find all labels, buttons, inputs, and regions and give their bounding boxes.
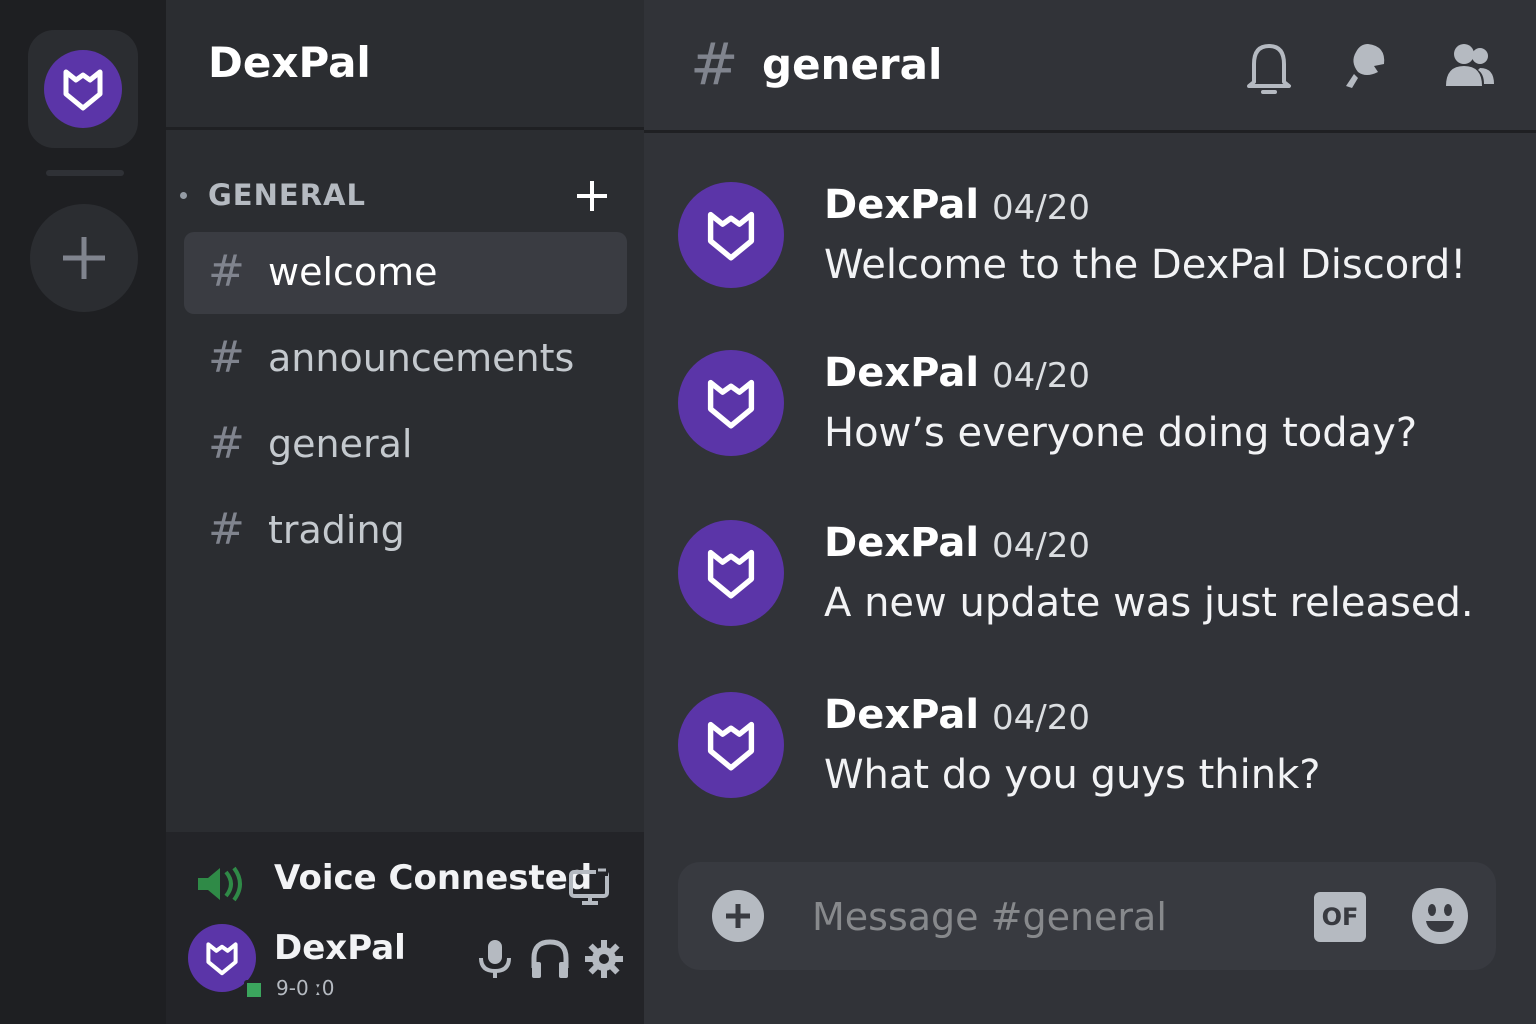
user-tag: 9-0 ː0 xyxy=(276,976,335,1000)
message-composer: OF xyxy=(678,862,1496,970)
hash-icon: # xyxy=(208,332,245,383)
bell-icon xyxy=(1247,44,1291,94)
shield-logo-icon xyxy=(707,721,755,771)
message: DexPal 04/20 A new update was just relea… xyxy=(678,520,1518,640)
message-timestamp: 04/20 xyxy=(992,356,1090,396)
hash-icon: # xyxy=(208,418,245,469)
channel-label: announcements xyxy=(268,336,575,380)
member-list-button[interactable] xyxy=(1444,40,1496,96)
plus-icon xyxy=(577,181,607,211)
hash-icon: # xyxy=(690,30,739,98)
avatar[interactable] xyxy=(678,350,784,456)
message-text: What do you guys think? xyxy=(824,752,1321,798)
channel-label: general xyxy=(268,422,413,466)
channel-general[interactable]: # general xyxy=(184,404,627,486)
server-name: DexPal xyxy=(208,38,371,87)
gif-button[interactable]: OF xyxy=(1314,892,1366,942)
threads-button[interactable] xyxy=(1344,40,1390,96)
channel-announcements[interactable]: # announcements xyxy=(184,318,627,400)
emoji-button[interactable] xyxy=(1412,888,1468,944)
threads-icon xyxy=(1346,44,1385,88)
message-timestamp: 04/20 xyxy=(992,526,1090,566)
voice-status: Voice Connested xyxy=(274,858,593,898)
gear-icon xyxy=(585,940,623,978)
online-status-indicator xyxy=(244,980,264,1000)
message: DexPal 04/20 What do you guys think? xyxy=(678,692,1518,812)
user-name: DexPal xyxy=(274,928,406,968)
category-general[interactable]: GENERAL xyxy=(166,172,644,222)
mute-button[interactable] xyxy=(476,938,514,984)
avatar[interactable] xyxy=(678,692,784,798)
channel-welcome[interactable]: # welcome xyxy=(184,232,627,314)
server-icon-dexpal[interactable] xyxy=(28,30,138,148)
message-input[interactable] xyxy=(810,888,1284,946)
add-attachment-button[interactable] xyxy=(712,890,764,942)
dexpal-logo xyxy=(44,50,122,128)
message-text: A new update was just released. xyxy=(824,580,1474,626)
channel-title: general xyxy=(762,40,943,89)
members-icon xyxy=(1446,44,1494,86)
category-label: GENERAL xyxy=(208,178,366,212)
message-text: How’s everyone doing today? xyxy=(824,410,1418,456)
hash-icon: # xyxy=(208,504,245,555)
message: DexPal 04/20 How’s everyone doing today? xyxy=(678,350,1518,470)
message-author[interactable]: DexPal xyxy=(824,520,979,566)
add-server-button[interactable] xyxy=(30,204,138,312)
message-author[interactable]: DexPal xyxy=(824,182,979,228)
deafen-button[interactable] xyxy=(530,938,570,984)
server-header[interactable]: DexPal xyxy=(166,0,644,130)
create-channel-button[interactable] xyxy=(572,176,612,216)
shield-logo-icon xyxy=(707,379,755,429)
chat-header: # general xyxy=(644,0,1536,133)
screen-share-icon xyxy=(569,868,609,905)
chat-area: # general DexPal 04/20 Welcome to the De… xyxy=(644,0,1536,1024)
discord-app: DexPal GENERAL # welcome # announcements… xyxy=(0,0,1536,1024)
message-timestamp: 04/20 xyxy=(992,698,1090,738)
voice-user-panel: Voice Connested DexPal 9-0 ː0 xyxy=(166,832,644,1024)
message-author[interactable]: DexPal xyxy=(824,692,979,738)
screen-share-button[interactable] xyxy=(568,866,612,910)
shield-logo-icon xyxy=(707,211,755,261)
user-settings-button[interactable] xyxy=(584,938,624,984)
channel-label: trading xyxy=(268,508,405,552)
rail-divider xyxy=(46,170,124,176)
avatar[interactable] xyxy=(678,182,784,288)
speaker-icon xyxy=(198,866,242,902)
notifications-button[interactable] xyxy=(1246,40,1292,102)
shield-logo-icon xyxy=(707,549,755,599)
message-text: Welcome to the DexPal Discord! xyxy=(824,242,1467,288)
message-timestamp: 04/20 xyxy=(992,188,1090,228)
add-attachment-icon xyxy=(726,904,750,928)
message: DexPal 04/20 Welcome to the DexPal Disco… xyxy=(678,182,1518,302)
shield-logo-icon xyxy=(63,69,103,111)
hash-icon: # xyxy=(208,246,245,297)
gif-icon: OF xyxy=(1321,903,1359,931)
channel-trading[interactable]: # trading xyxy=(184,490,627,572)
channel-sidebar: DexPal GENERAL # welcome # announcements… xyxy=(166,0,644,1024)
emoji-icon xyxy=(1426,904,1454,932)
headphones-icon xyxy=(531,939,569,978)
plus-icon xyxy=(63,237,105,279)
avatar[interactable] xyxy=(678,520,784,626)
microphone-icon xyxy=(479,940,511,978)
collapse-dot xyxy=(180,192,187,199)
server-rail xyxy=(0,0,166,1024)
message-author[interactable]: DexPal xyxy=(824,350,979,396)
channel-label: welcome xyxy=(268,250,438,294)
shield-logo-icon xyxy=(206,942,238,976)
